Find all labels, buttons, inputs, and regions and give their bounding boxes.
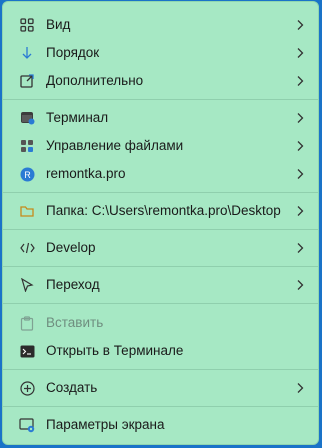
separator [3,406,318,407]
chevron-right-icon [294,277,306,293]
menu-item-display-settings[interactable]: Параметры экрана [9,412,312,438]
separator [3,369,318,370]
menu-item-create[interactable]: Создать [9,375,312,401]
external-link-icon [19,73,35,89]
menu-item-label: Управление файлами [46,138,184,153]
chevron-right-icon [294,73,306,89]
folder-icon [19,203,35,219]
separator [3,99,318,100]
menu-item-label: Develop [46,240,96,255]
menu-item-label: Вид [46,17,71,32]
cursor-icon [19,277,35,293]
menu-item-terminal[interactable]: Терминал [9,105,312,131]
terminal-icon [19,110,35,126]
menu-item-open-in-terminal[interactable]: Открыть в Терминале [9,338,312,364]
chevron-right-icon [294,203,306,219]
menu-item-sort[interactable]: Порядок [9,40,312,66]
menu-item-label: Переход [46,277,100,292]
chevron-right-icon [294,138,306,154]
plus-circle-icon [19,380,35,396]
paste-icon [19,315,35,331]
grid-icon [19,17,35,33]
menu-item-label: Параметры экрана [46,417,165,432]
menu-item-file-management[interactable]: Управление файлами [9,133,312,159]
chevron-right-icon [294,110,306,126]
menu-item-more[interactable]: Дополнительно [9,68,312,94]
menu-item-label: Порядок [46,45,100,60]
separator [3,192,318,193]
chevron-right-icon [294,45,306,61]
menu-item-label: Открыть в Терминале [46,343,184,358]
display-settings-icon [19,417,35,433]
context-menu: Вид Порядок Дополнительно Терминал Управ… [2,1,319,445]
menu-item-label: Вставить [46,315,104,330]
chevron-right-icon [294,240,306,256]
chevron-right-icon [294,380,306,396]
separator [3,303,318,304]
menu-item-develop[interactable]: Develop [9,235,312,261]
apps-grid-icon [19,138,35,154]
avatar-icon: R [19,166,35,182]
menu-item-label: Терминал [46,110,109,125]
menu-item-paste[interactable]: Вставить [9,310,312,336]
menu-item-label: Создать [46,380,98,395]
code-icon [19,240,35,256]
chevron-right-icon [294,17,306,33]
menu-item-label: Папка: C:\Users\remontka.pro\Desktop [46,203,281,218]
chevron-right-icon [294,166,306,182]
sort-arrow-icon [19,45,35,61]
menu-item-label: remontka.pro [46,166,126,181]
avatar-letter: R [24,170,31,180]
menu-item-navigate[interactable]: Переход [9,272,312,298]
menu-item-folder[interactable]: Папка: C:\Users\remontka.pro\Desktop [9,198,312,224]
menu-item-view[interactable]: Вид [9,12,312,38]
separator [3,229,318,230]
separator [3,266,318,267]
menu-item-label: Дополнительно [46,73,144,88]
terminal-prompt-icon [19,343,35,359]
menu-item-remontka[interactable]: R remontka.pro [9,161,312,187]
